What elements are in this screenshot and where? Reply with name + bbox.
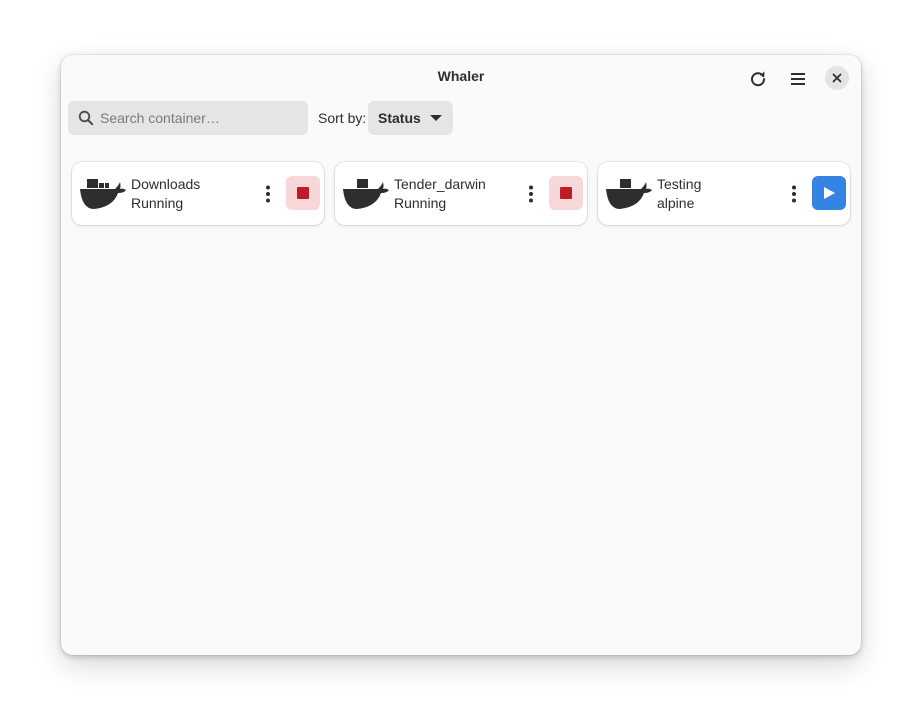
- start-button[interactable]: [812, 176, 846, 210]
- stop-icon: [560, 187, 572, 199]
- sort-selected-value: Status: [378, 110, 421, 126]
- docker-whale-icon: [606, 179, 652, 209]
- search-input[interactable]: [100, 110, 300, 126]
- search-icon: [78, 110, 94, 126]
- window-title: Whaler: [437, 68, 485, 84]
- hamburger-menu-icon: [791, 73, 805, 85]
- more-vertical-icon: [529, 185, 533, 203]
- sort-dropdown[interactable]: Status: [368, 101, 453, 135]
- caret-down-icon: [430, 115, 442, 121]
- container-status: Running: [394, 195, 447, 211]
- container-status: alpine: [657, 195, 695, 211]
- container-menu-button[interactable]: [256, 178, 280, 210]
- docker-whale-icon: [80, 179, 126, 209]
- close-button[interactable]: [825, 66, 849, 90]
- container-menu-button[interactable]: [519, 178, 543, 210]
- header-bar: Whaler: [61, 55, 861, 101]
- docker-whale-icon: [343, 179, 389, 209]
- container-name: Tender_darwin: [394, 176, 486, 192]
- stop-icon: [297, 187, 309, 199]
- container-card[interactable]: Tender_darwin Running: [335, 162, 587, 225]
- container-name: Downloads: [131, 176, 201, 192]
- main-menu-button[interactable]: [784, 65, 812, 93]
- container-card[interactable]: Downloads Running: [72, 162, 324, 225]
- refresh-button[interactable]: [744, 65, 772, 93]
- more-vertical-icon: [792, 185, 796, 203]
- search-box[interactable]: [68, 101, 308, 135]
- play-icon: [824, 187, 835, 199]
- container-card[interactable]: Testing alpine: [598, 162, 850, 225]
- refresh-icon: [751, 71, 766, 87]
- container-name: Testing: [657, 176, 702, 192]
- stop-button[interactable]: [549, 176, 583, 210]
- close-icon: [832, 73, 842, 83]
- sort-label: Sort by:: [318, 110, 367, 126]
- more-vertical-icon: [266, 185, 270, 203]
- stop-button[interactable]: [286, 176, 320, 210]
- container-status: Running: [131, 195, 184, 211]
- app-window: Whaler Sort: [61, 55, 861, 655]
- container-menu-button[interactable]: [782, 178, 806, 210]
